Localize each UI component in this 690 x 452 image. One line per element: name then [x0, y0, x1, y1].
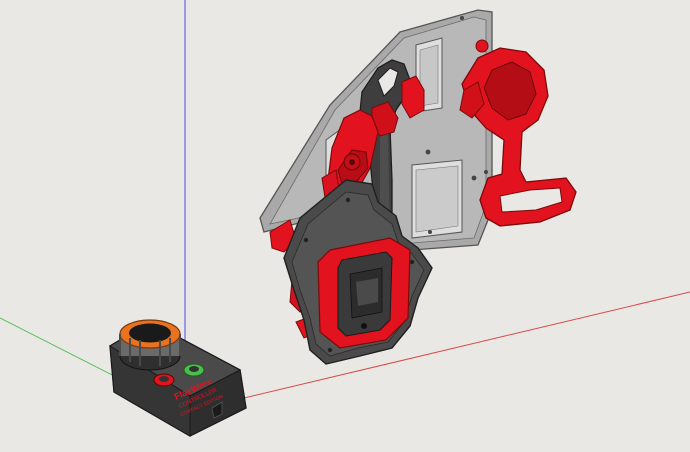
green-button[interactable] — [183, 363, 205, 377]
red-axis — [184, 291, 690, 413]
3d-model-viewport[interactable]: FlaxWorx CONTROLLER COMPACT EDITION — [0, 0, 690, 452]
red-button[interactable] — [153, 373, 175, 387]
controller-knob[interactable] — [119, 319, 181, 371]
model-canvas[interactable]: FlaxWorx CONTROLLER COMPACT EDITION — [0, 0, 690, 452]
controller-box[interactable]: FlaxWorx CONTROLLER COMPACT EDITION — [109, 319, 247, 437]
